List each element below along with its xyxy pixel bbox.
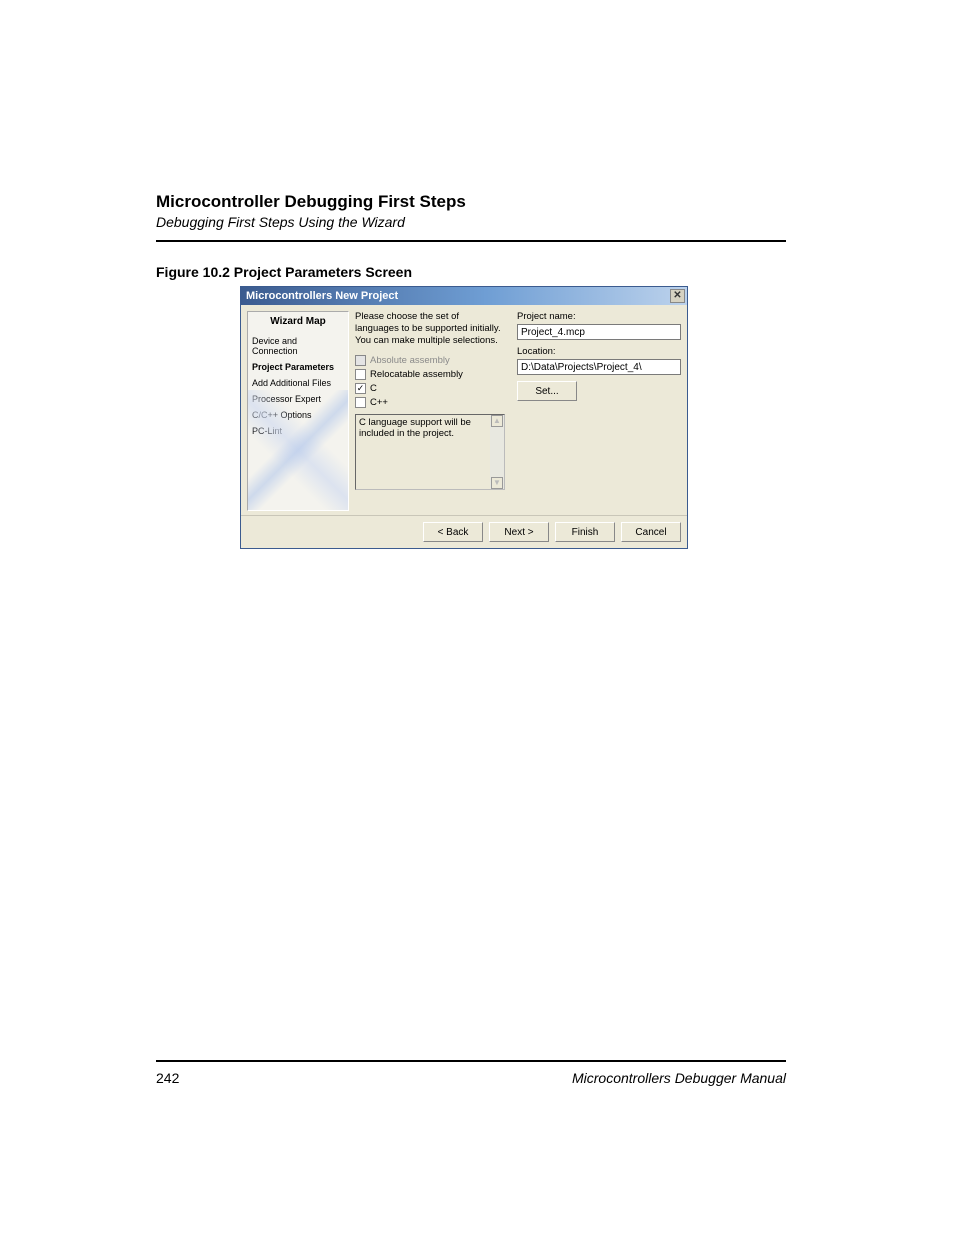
scroll-down-icon[interactable]: ▼: [491, 477, 503, 489]
checkbox-absolute-assembly: Absolute assembly: [355, 355, 505, 366]
page-number: 242: [156, 1070, 179, 1086]
language-description-box: C language support will be included in t…: [355, 414, 505, 490]
checkbox-icon[interactable]: [355, 397, 366, 408]
scroll-up-icon[interactable]: ▲: [491, 415, 503, 427]
sidebar-item-device-and-connection[interactable]: Device and Connection: [252, 333, 344, 359]
section-subtitle: Debugging First Steps Using the Wizard: [156, 214, 786, 230]
header-rule: [156, 240, 786, 242]
finish-button[interactable]: Finish: [555, 522, 615, 542]
checkbox-icon[interactable]: ✓: [355, 383, 366, 394]
next-button[interactable]: Next >: [489, 522, 549, 542]
new-project-dialog: Microcontrollers New Project ✕ Wizard Ma…: [240, 286, 688, 549]
manual-title: Microcontrollers Debugger Manual: [572, 1070, 786, 1086]
checkbox-relocatable-assembly[interactable]: Relocatable assembly: [355, 369, 505, 380]
location-input[interactable]: D:\Data\Projects\Project_4\: [517, 359, 681, 375]
checkbox-icon[interactable]: [355, 369, 366, 380]
checkbox-label: C++: [370, 397, 388, 408]
set-button[interactable]: Set...: [517, 381, 577, 401]
dialog-titlebar[interactable]: Microcontrollers New Project ✕: [241, 287, 687, 305]
sidebar-item-add-additional-files[interactable]: Add Additional Files: [252, 375, 344, 391]
project-name-input[interactable]: Project_4.mcp: [517, 324, 681, 340]
instruction-text: Please choose the set of languages to be…: [355, 311, 505, 347]
wizard-map-sidebar: Wizard Map Device and Connection Project…: [247, 311, 349, 511]
sidebar-item-pc-lint[interactable]: PC-Lint: [252, 423, 344, 439]
cancel-button[interactable]: Cancel: [621, 522, 681, 542]
dialog-title: Microcontrollers New Project: [246, 290, 398, 302]
sidebar-item-processor-expert[interactable]: Processor Expert: [252, 391, 344, 407]
project-info-panel: Project name: Project_4.mcp Location: D:…: [511, 311, 681, 511]
location-label: Location:: [517, 346, 681, 357]
close-icon[interactable]: ✕: [670, 289, 685, 303]
back-button[interactable]: < Back: [423, 522, 483, 542]
sidebar-item-c-cpp-options[interactable]: C/C++ Options: [252, 407, 344, 423]
language-description-text: C language support will be included in t…: [359, 417, 501, 439]
dialog-button-row: < Back Next > Finish Cancel: [241, 515, 687, 548]
checkbox-label: C: [370, 383, 377, 394]
chapter-title: Microcontroller Debugging First Steps: [156, 192, 786, 212]
checkbox-icon: [355, 355, 366, 366]
checkbox-label: Absolute assembly: [370, 355, 450, 366]
checkbox-cpp[interactable]: C++: [355, 397, 505, 408]
sidebar-item-project-parameters[interactable]: Project Parameters: [252, 359, 344, 375]
project-name-label: Project name:: [517, 311, 681, 322]
language-selection-panel: Please choose the set of languages to be…: [355, 311, 505, 511]
footer-rule: [156, 1060, 786, 1062]
description-scrollbar[interactable]: ▲ ▼: [490, 415, 504, 489]
checkbox-c[interactable]: ✓ C: [355, 383, 505, 394]
figure-caption: Figure 10.2 Project Parameters Screen: [156, 264, 786, 280]
wizard-map-heading: Wizard Map: [252, 316, 344, 327]
checkbox-label: Relocatable assembly: [370, 369, 463, 380]
